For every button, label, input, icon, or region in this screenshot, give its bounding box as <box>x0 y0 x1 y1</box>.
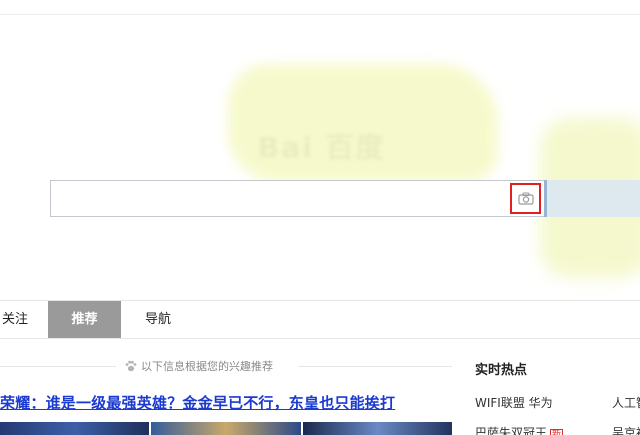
news-image[interactable] <box>151 422 301 435</box>
news-image[interactable] <box>302 422 452 435</box>
search-input[interactable] <box>50 180 544 217</box>
hint-divider-right <box>298 366 452 367</box>
search-button-edge <box>544 180 547 217</box>
camera-icon <box>517 192 534 205</box>
news-image[interactable] <box>0 422 150 435</box>
baidu-logo: Bai 百度 <box>258 131 386 164</box>
new-badge: 新 <box>550 429 564 435</box>
image-search-button[interactable] <box>510 183 541 214</box>
tab-recommend[interactable]: 推荐 <box>48 301 121 338</box>
hint-text: 以下信息根据您的兴趣推荐 <box>141 360 273 373</box>
search-button[interactable] <box>544 180 640 217</box>
interest-hint: 以下信息根据您的兴趣推荐 <box>0 358 452 374</box>
news-headline-link[interactable]: 荣耀：谁是一级最强英雄？金金早已不行，东皇也只能挨打 <box>0 392 395 413</box>
top-divider <box>0 14 640 15</box>
tabs-bottom-divider <box>0 338 640 339</box>
tab-navigation[interactable]: 导航 <box>134 301 182 338</box>
hint-divider-left <box>0 366 116 367</box>
hot-list-item[interactable]: WIFI联盟 华为 <box>475 394 553 411</box>
hot-list-item[interactable]: 巴萨失双冠王新 <box>475 424 564 435</box>
news-image-strip[interactable] <box>0 422 452 435</box>
hot-list-item-label: 巴萨失双冠王 <box>475 426 548 435</box>
hot-list-title: 实时热点 <box>475 363 528 378</box>
hot-list-item[interactable]: 人工智 <box>612 394 640 411</box>
hot-list-item[interactable]: 吴京被 <box>612 424 640 435</box>
paw-icon <box>125 360 137 372</box>
tab-follow[interactable]: 关注 <box>0 301 40 338</box>
